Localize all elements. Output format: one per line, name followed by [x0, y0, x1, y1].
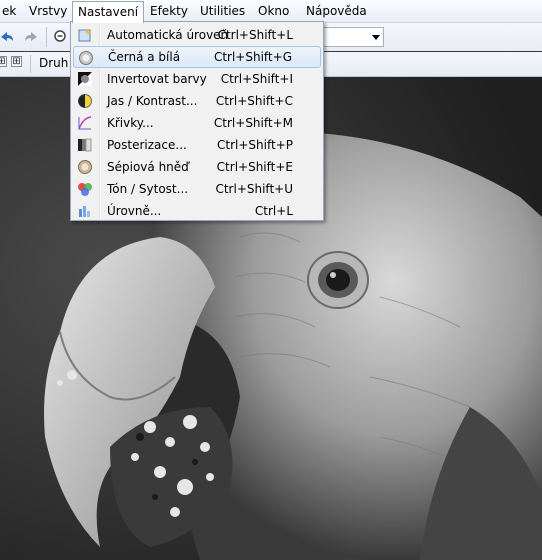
menu-item-levels[interactable]: Úrovně... Ctrl+L	[73, 200, 321, 222]
undo-icon[interactable]	[0, 28, 16, 46]
menu-file[interactable]: ek	[0, 2, 21, 20]
menu-layers[interactable]: Vrstvy	[24, 2, 72, 20]
chevron-down-icon	[372, 35, 380, 40]
menu-item-brightness-contrast[interactable]: Jas / Kontrast... Ctrl+Shift+C	[73, 90, 321, 112]
menu-item-black-white[interactable]: Černá a bílá Ctrl+Shift+G	[73, 46, 321, 68]
menu-item-curves[interactable]: Křivky... Ctrl+Shift+M	[73, 112, 321, 134]
menu-help[interactable]: Nápověda	[301, 2, 372, 20]
menu-item-invert-colors[interactable]: Invertovat barvy Ctrl+Shift+I	[73, 68, 321, 90]
auto-level-icon	[77, 27, 93, 43]
redo-icon[interactable]	[22, 28, 40, 46]
toolbar-separator	[46, 27, 47, 47]
menu-item-sepia[interactable]: Sépiová hněď Ctrl+Shift+E	[73, 156, 321, 178]
zoom-icon[interactable]	[52, 28, 70, 46]
sepia-icon	[77, 159, 93, 175]
expand-icon[interactable]: ⊞	[11, 56, 22, 67]
menu-item-hue-saturation[interactable]: Tón / Sytost... Ctrl+Shift+U	[73, 178, 321, 200]
invert-colors-icon	[77, 71, 93, 87]
menu-utilities[interactable]: Utilities	[195, 2, 250, 20]
curves-icon	[77, 115, 93, 131]
black-white-icon	[78, 50, 94, 66]
menu-item-auto-level[interactable]: Automatická úroveň Ctrl+Shift+L	[73, 24, 321, 46]
brightness-contrast-icon	[77, 93, 93, 109]
menu-bar: ek Vrstvy Nastavení Efekty Utilities Okn…	[0, 0, 542, 23]
menu-adjustments[interactable]: Nastavení	[72, 1, 145, 23]
menu-item-posterize[interactable]: Posterizace... Ctrl+Shift+P	[73, 134, 321, 156]
toolbar-separator	[30, 55, 31, 73]
menu-window[interactable]: Okno	[253, 2, 294, 20]
posterize-icon	[77, 137, 93, 153]
adjustments-menu: Automatická úroveň Ctrl+Shift+L Černá a …	[70, 21, 324, 221]
expand-icon[interactable]: ⊞	[0, 56, 7, 67]
hue-saturation-icon	[77, 181, 93, 197]
menu-effects[interactable]: Efekty	[145, 2, 193, 20]
levels-icon	[77, 203, 93, 219]
zoom-combo[interactable]	[322, 27, 384, 47]
